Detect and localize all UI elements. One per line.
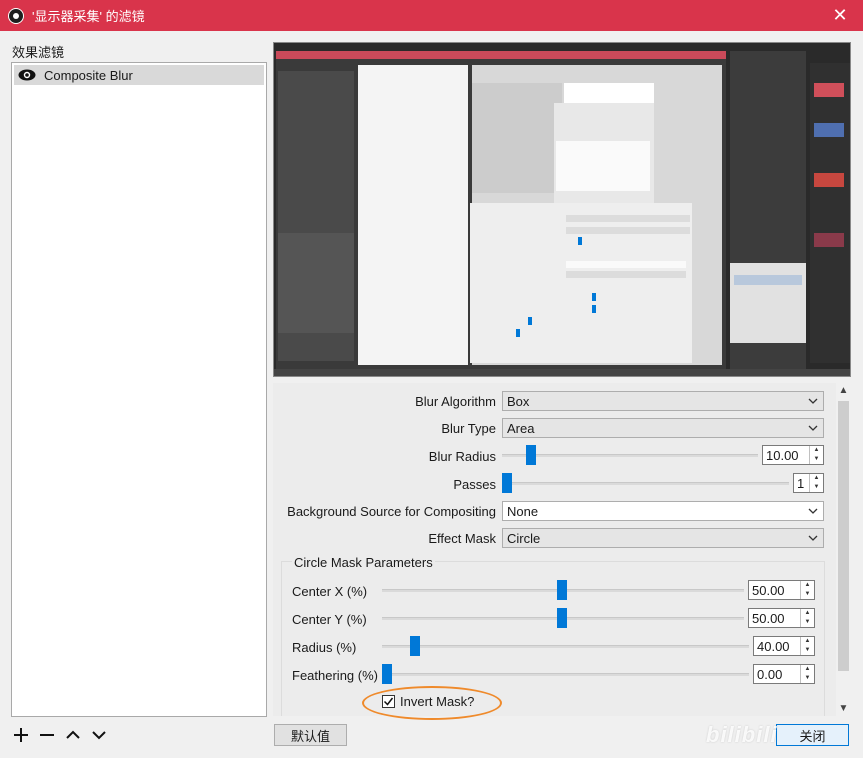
blur-type-value: Area bbox=[507, 420, 535, 436]
close-window-button[interactable]: ✕ bbox=[817, 0, 863, 31]
feathering-label: Feathering (%) bbox=[292, 668, 378, 683]
move-filter-up-button[interactable] bbox=[64, 724, 82, 746]
radius-value: 40.00 bbox=[757, 638, 790, 654]
filters-section-label: 效果滤镜 bbox=[12, 45, 65, 60]
obs-logo-icon bbox=[8, 7, 24, 24]
background-source-label: Background Source for Compositing bbox=[287, 504, 496, 519]
filter-preview bbox=[273, 42, 851, 377]
feathering-value: 0.00 bbox=[757, 666, 783, 682]
radius-spinbox[interactable]: 40.00 ▲ ▼ bbox=[753, 636, 815, 656]
bilibili-watermark: bilibili bbox=[706, 722, 778, 747]
effect-mask-select[interactable]: Circle bbox=[502, 528, 824, 548]
chevron-up-icon bbox=[66, 730, 80, 739]
center-x-label: Center X (%) bbox=[292, 584, 368, 599]
window-title: '显示器采集' 的滤镜 bbox=[32, 9, 145, 24]
properties-scrollbar[interactable]: ▲ ▼ bbox=[836, 383, 851, 716]
chevron-down-icon bbox=[808, 425, 818, 431]
chevron-down-icon bbox=[92, 731, 106, 740]
close-button[interactable]: 关闭 bbox=[776, 724, 849, 746]
filter-list-toolbar bbox=[12, 724, 108, 746]
add-filter-button[interactable] bbox=[12, 724, 30, 746]
passes-slider-thumb[interactable] bbox=[502, 473, 512, 493]
radius-slider-thumb[interactable] bbox=[410, 636, 420, 656]
blur-algorithm-label: Blur Algorithm bbox=[415, 394, 496, 409]
radius-spin-arrows[interactable]: ▲ ▼ bbox=[800, 637, 814, 655]
blur-radius-slider-thumb[interactable] bbox=[526, 445, 536, 465]
blur-type-select[interactable]: Area bbox=[502, 418, 824, 438]
center-x-spinbox[interactable]: 50.00 ▲ ▼ bbox=[748, 580, 815, 600]
center-x-value: 50.00 bbox=[752, 582, 785, 598]
scroll-down-arrow-icon[interactable]: ▼ bbox=[836, 701, 851, 716]
scrollbar-thumb[interactable] bbox=[838, 401, 849, 671]
defaults-button[interactable]: 默认值 bbox=[274, 724, 347, 746]
passes-slider-track[interactable] bbox=[502, 482, 789, 485]
blur-type-label: Blur Type bbox=[441, 421, 496, 436]
passes-value: 1 bbox=[797, 475, 805, 491]
passes-spin-arrows[interactable]: ▲ ▼ bbox=[809, 474, 823, 492]
feathering-slider-track[interactable] bbox=[382, 673, 749, 676]
eye-icon[interactable] bbox=[18, 69, 36, 81]
blur-radius-spin-arrows[interactable]: ▲ ▼ bbox=[809, 446, 823, 464]
blur-radius-value: 10.00 bbox=[766, 447, 799, 463]
chevron-down-icon bbox=[808, 508, 818, 514]
highlight-annotation bbox=[362, 686, 502, 720]
chevron-down-icon bbox=[808, 535, 818, 541]
blur-algorithm-select[interactable]: Box bbox=[502, 391, 824, 411]
radius-label: Radius (%) bbox=[292, 640, 357, 655]
center-y-value: 50.00 bbox=[752, 610, 785, 626]
center-y-spinbox[interactable]: 50.00 ▲ ▼ bbox=[748, 608, 815, 628]
plus-icon bbox=[14, 728, 28, 742]
effect-mask-label: Effect Mask bbox=[428, 531, 496, 546]
feathering-slider-thumb[interactable] bbox=[382, 664, 392, 684]
move-filter-down-button[interactable] bbox=[90, 724, 108, 746]
chevron-down-icon bbox=[808, 398, 818, 404]
blur-radius-label: Blur Radius bbox=[428, 449, 496, 464]
remove-filter-button[interactable] bbox=[38, 724, 56, 746]
radius-slider-track[interactable] bbox=[382, 645, 749, 648]
feathering-spinbox[interactable]: 0.00 ▲ ▼ bbox=[753, 664, 815, 684]
background-source-select[interactable]: None bbox=[502, 501, 824, 521]
minus-icon bbox=[40, 734, 54, 736]
blur-algorithm-value: Box bbox=[507, 393, 530, 409]
filters-list[interactable]: Composite Blur bbox=[11, 62, 267, 717]
center-y-label: Center Y (%) bbox=[292, 612, 367, 627]
filter-properties-panel: Blur Algorithm Box Blur Type Area Blur R… bbox=[273, 383, 836, 716]
title-bar: '显示器采集' 的滤镜 ✕ bbox=[0, 0, 863, 31]
filter-item-label: Composite Blur bbox=[44, 67, 133, 83]
passes-spinbox[interactable]: 1 ▲ ▼ bbox=[793, 473, 824, 493]
background-source-value: None bbox=[507, 503, 539, 519]
scroll-up-arrow-icon[interactable]: ▲ bbox=[836, 383, 851, 398]
blur-radius-slider-track[interactable] bbox=[502, 454, 758, 457]
feathering-spin-arrows[interactable]: ▲ ▼ bbox=[800, 665, 814, 683]
effect-mask-value: Circle bbox=[507, 530, 541, 546]
center-y-spin-arrows[interactable]: ▲ ▼ bbox=[800, 609, 814, 627]
filter-item-composite-blur[interactable]: Composite Blur bbox=[14, 65, 264, 85]
preview-image bbox=[274, 43, 850, 376]
passes-label: Passes bbox=[453, 477, 496, 492]
blur-radius-spinbox[interactable]: 10.00 ▲ ▼ bbox=[762, 445, 824, 465]
center-x-slider-thumb[interactable] bbox=[557, 580, 567, 600]
circle-mask-group-title: Circle Mask Parameters bbox=[292, 555, 435, 570]
center-x-spin-arrows[interactable]: ▲ ▼ bbox=[800, 581, 814, 599]
center-y-slider-thumb[interactable] bbox=[557, 608, 567, 628]
